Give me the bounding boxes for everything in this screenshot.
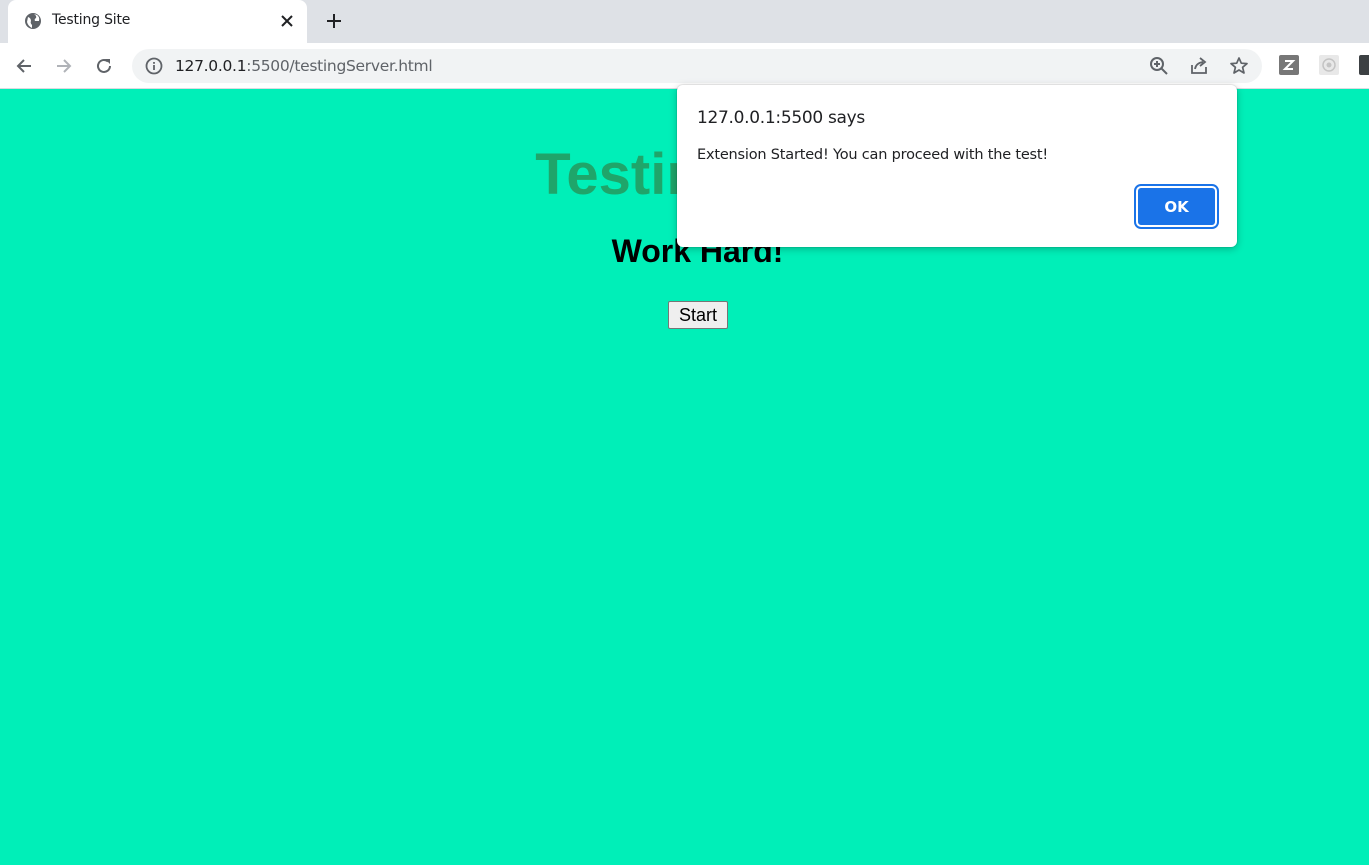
start-button[interactable]: Start bbox=[668, 301, 728, 329]
reload-button[interactable] bbox=[91, 53, 117, 79]
back-button[interactable] bbox=[11, 53, 37, 79]
share-icon[interactable] bbox=[1189, 56, 1209, 76]
extension-icon[interactable] bbox=[1319, 55, 1339, 75]
forward-button[interactable] bbox=[51, 53, 77, 79]
zoom-icon[interactable] bbox=[1149, 56, 1169, 76]
close-icon[interactable] bbox=[278, 12, 296, 30]
extension-icon[interactable] bbox=[1279, 55, 1299, 75]
url-path: :5500/testingServer.html bbox=[246, 57, 433, 75]
tab-title: Testing Site bbox=[52, 12, 131, 28]
extension-icon[interactable] bbox=[1359, 55, 1369, 75]
globe-icon bbox=[25, 13, 41, 29]
dialog-message: Extension Started! You can proceed with … bbox=[697, 147, 1049, 163]
new-tab-button[interactable] bbox=[322, 9, 346, 33]
browser-tab[interactable]: Testing Site bbox=[8, 0, 307, 43]
plus-icon bbox=[327, 14, 341, 28]
back-arrow-icon bbox=[16, 59, 31, 73]
info-icon[interactable] bbox=[145, 57, 163, 75]
dialog-title: 127.0.0.1:5500 says bbox=[697, 108, 865, 128]
forward-arrow-icon bbox=[57, 59, 72, 73]
url-text[interactable]: 127.0.0.1:5500/testingServer.html bbox=[175, 57, 433, 75]
ok-button[interactable]: OK bbox=[1134, 184, 1219, 229]
reload-icon bbox=[97, 58, 111, 73]
address-bar[interactable]: 127.0.0.1:5500/testingServer.html bbox=[132, 49, 1262, 83]
browser-toolbar: 127.0.0.1:5500/testingServer.html bbox=[0, 43, 1369, 89]
url-host: 127.0.0.1 bbox=[175, 57, 247, 75]
alert-dialog: 127.0.0.1:5500 says Extension Started! Y… bbox=[677, 85, 1237, 247]
bookmark-star-icon[interactable] bbox=[1229, 56, 1249, 76]
tab-strip: Testing Site bbox=[0, 0, 1369, 43]
